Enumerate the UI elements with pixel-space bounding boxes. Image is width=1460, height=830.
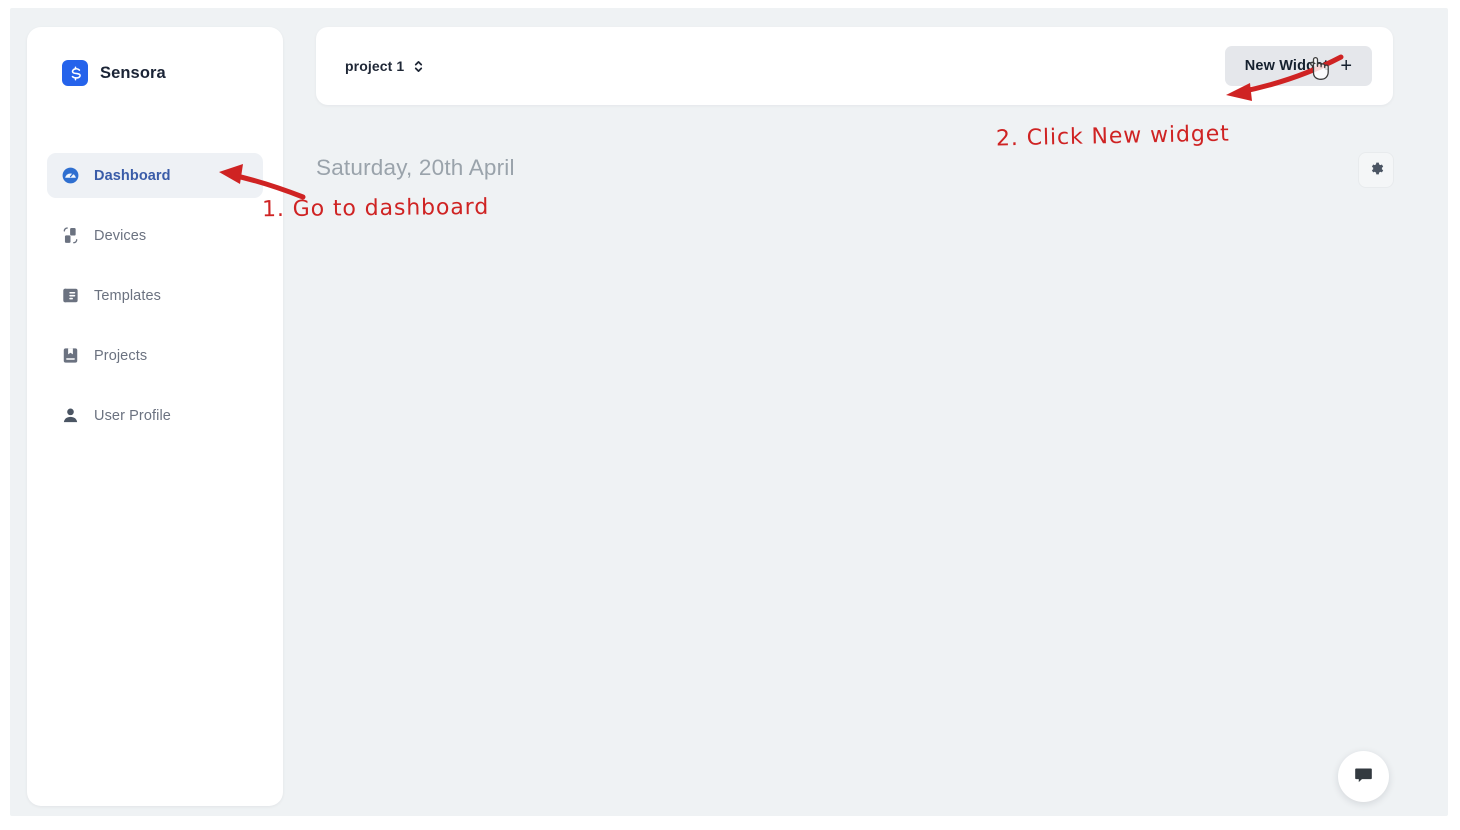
sidebar-item-devices[interactable]: Devices [47,213,263,258]
new-widget-button-label: New Widget [1244,58,1329,74]
sidebar-item-user-profile[interactable]: User Profile [47,393,263,438]
book-icon [61,346,80,365]
sidebar-item-label: Dashboard [94,167,171,184]
sidebar-item-label: Devices [94,227,147,244]
new-widget-button[interactable]: New Widget + [1224,46,1372,86]
user-icon [61,406,80,425]
brand-name: Sensora [100,63,166,82]
brand[interactable]: Sensora [62,60,166,86]
gear-icon [1368,160,1385,180]
project-selector-value: project 1 [345,58,405,74]
sidebar-item-projects[interactable]: Projects [47,333,263,378]
sidebar-nav: Dashboard Devices Templates Projects Use… [47,153,263,453]
sidebar-item-label: Templates [94,287,161,304]
sidebar: Sensora Dashboard Devices Templates Proj… [27,27,283,806]
plus-icon: + [1340,55,1352,77]
dashboard-settings-button[interactable] [1358,152,1394,188]
gauge-icon [61,166,80,185]
devices-icon [61,226,80,245]
up-down-chevron-icon [413,59,424,74]
chat-button[interactable] [1338,751,1389,802]
template-icon [61,286,80,305]
sensora-logo-icon [62,60,88,86]
app-root: Sensora Dashboard Devices Templates Proj… [0,0,1460,830]
sidebar-item-label: Projects [94,347,148,364]
sidebar-item-label: User Profile [94,407,171,424]
project-selector[interactable]: project 1 [345,58,424,74]
topbar: project 1 New Widget + [316,27,1393,105]
chat-bubble-icon [1353,765,1374,789]
sidebar-item-templates[interactable]: Templates [47,273,263,318]
page-title: Saturday, 20th April [316,155,515,180]
sidebar-item-dashboard[interactable]: Dashboard [47,153,263,198]
